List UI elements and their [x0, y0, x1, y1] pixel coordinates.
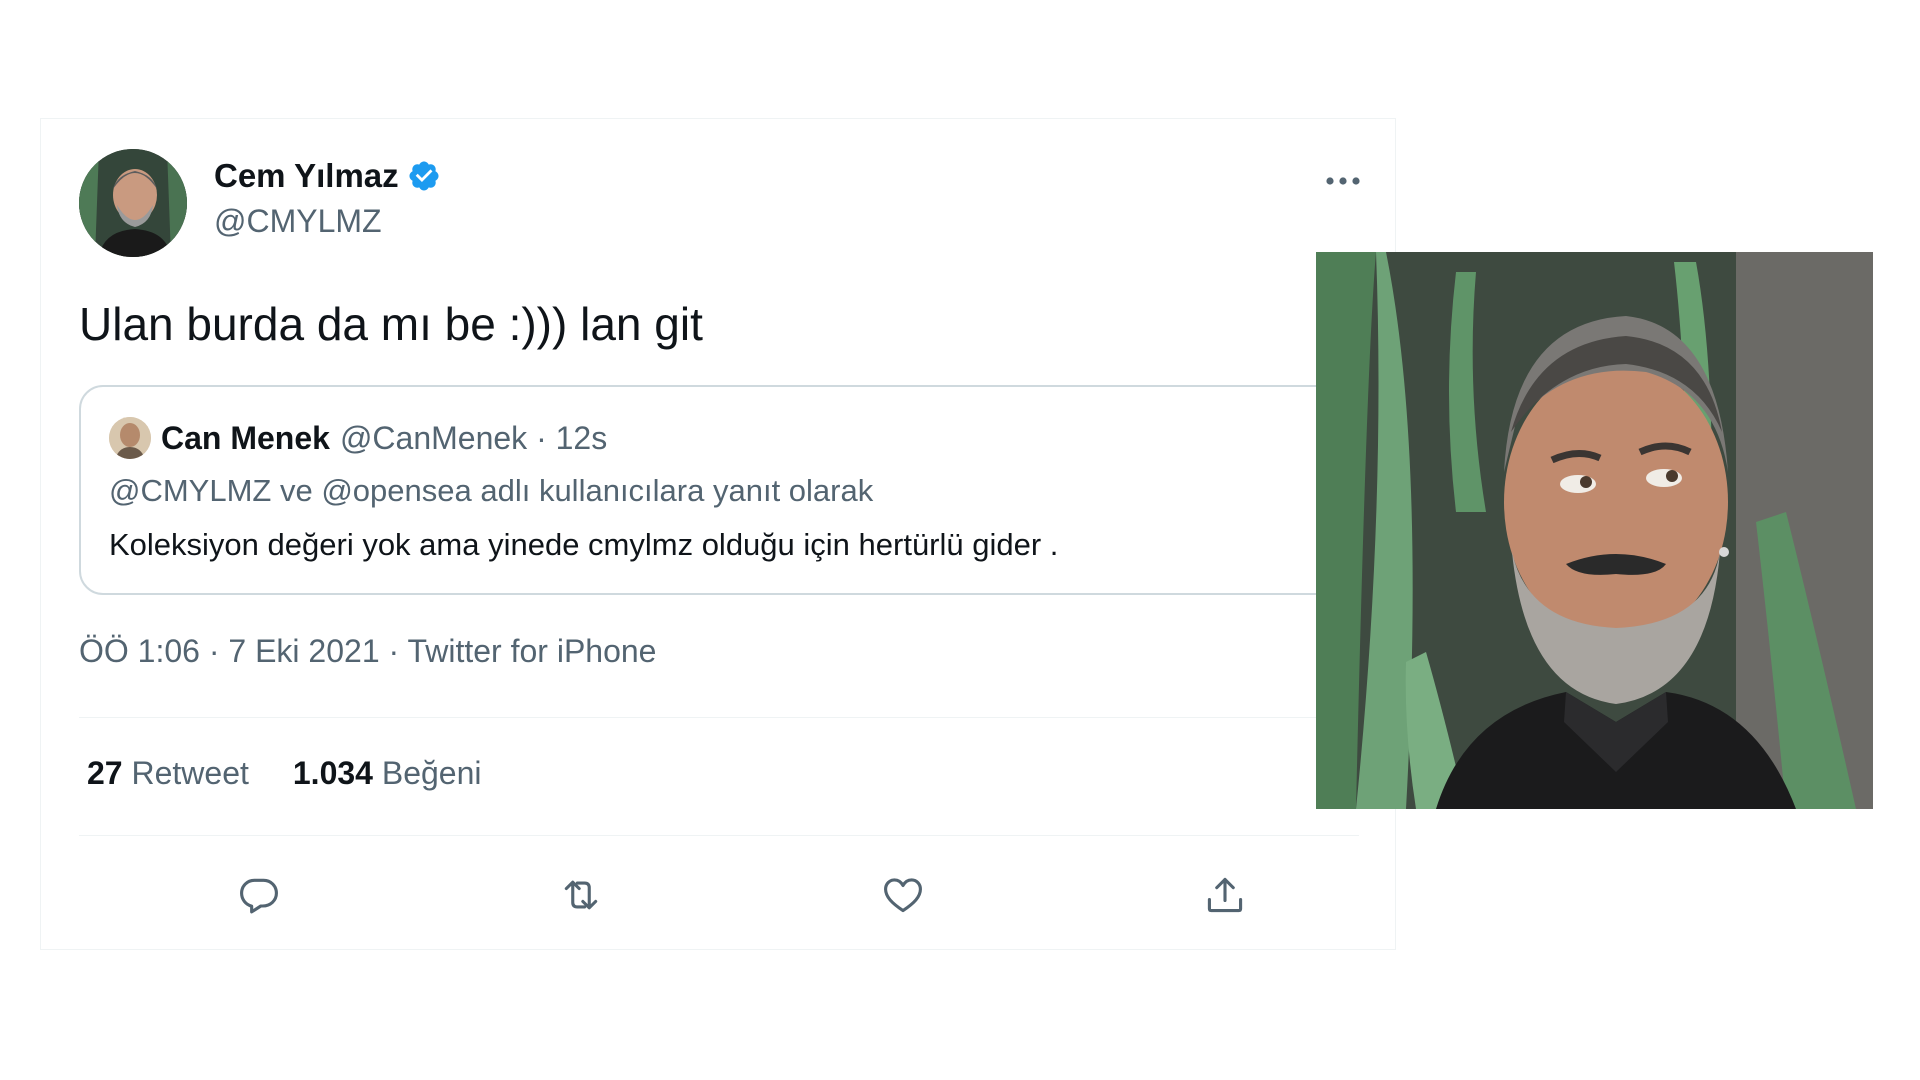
retweet-label: Retweet: [131, 755, 249, 791]
heart-icon: [884, 878, 922, 913]
retweet-stat[interactable]: 27 Retweet: [87, 755, 249, 792]
author-name-row: Cem Yılmaz: [214, 157, 441, 195]
share-icon: [1207, 877, 1243, 913]
reply-button[interactable]: [233, 869, 285, 921]
quoted-author-avatar: [109, 417, 151, 459]
portrait-photo: [1316, 252, 1873, 809]
reply-icon: [240, 878, 278, 914]
quoted-tweet-header: Can Menek @CanMenek · 12s: [109, 417, 607, 459]
author-avatar[interactable]: [79, 149, 187, 257]
quoted-author-name: Can Menek: [161, 419, 330, 456]
retweet-count: 27: [87, 755, 123, 791]
like-stat[interactable]: 1.034 Beğeni: [293, 755, 482, 792]
like-button[interactable]: [877, 869, 929, 921]
tweet-timestamp[interactable]: ÖÖ 1:06 · 7 Eki 2021 · Twitter for iPhon…: [79, 633, 656, 670]
quoted-author-meta: @CanMenek · 12s: [339, 419, 608, 456]
tweet-card: Cem Yılmaz @CMYLMZ Ulan burda da mı be :…: [40, 118, 1399, 950]
more-options-button[interactable]: [1319, 169, 1367, 193]
retweet-icon: [564, 880, 598, 910]
screenshot-stage: Cem Yılmaz @CMYLMZ Ulan burda da mı be :…: [0, 0, 1920, 1080]
divider: [79, 835, 1359, 836]
quoted-tweet[interactable]: Can Menek @CanMenek · 12s @CMYLMZ ve @op…: [79, 385, 1399, 595]
divider: [79, 717, 1359, 718]
share-button[interactable]: [1199, 869, 1251, 921]
more-options-icon: [1326, 177, 1360, 185]
tweet-stats: 27 Retweet 1.034 Beğeni: [87, 755, 481, 792]
author-name[interactable]: Cem Yılmaz: [214, 157, 399, 195]
retweet-button[interactable]: [555, 869, 607, 921]
quoted-reply-context: @CMYLMZ ve @opensea adlı kullanıcılara y…: [109, 473, 874, 508]
tweet-text: Ulan burda da mı be :))) lan git: [79, 298, 703, 350]
like-count: 1.034: [292, 755, 373, 791]
tweet-actions: [79, 859, 1359, 929]
verified-badge-icon: [407, 159, 441, 193]
like-label: Beğeni: [381, 755, 482, 791]
quoted-tweet-text: Koleksiyon değeri yok ama yinede cmylmz …: [109, 527, 1059, 562]
author-handle[interactable]: @CMYLMZ: [214, 203, 382, 240]
